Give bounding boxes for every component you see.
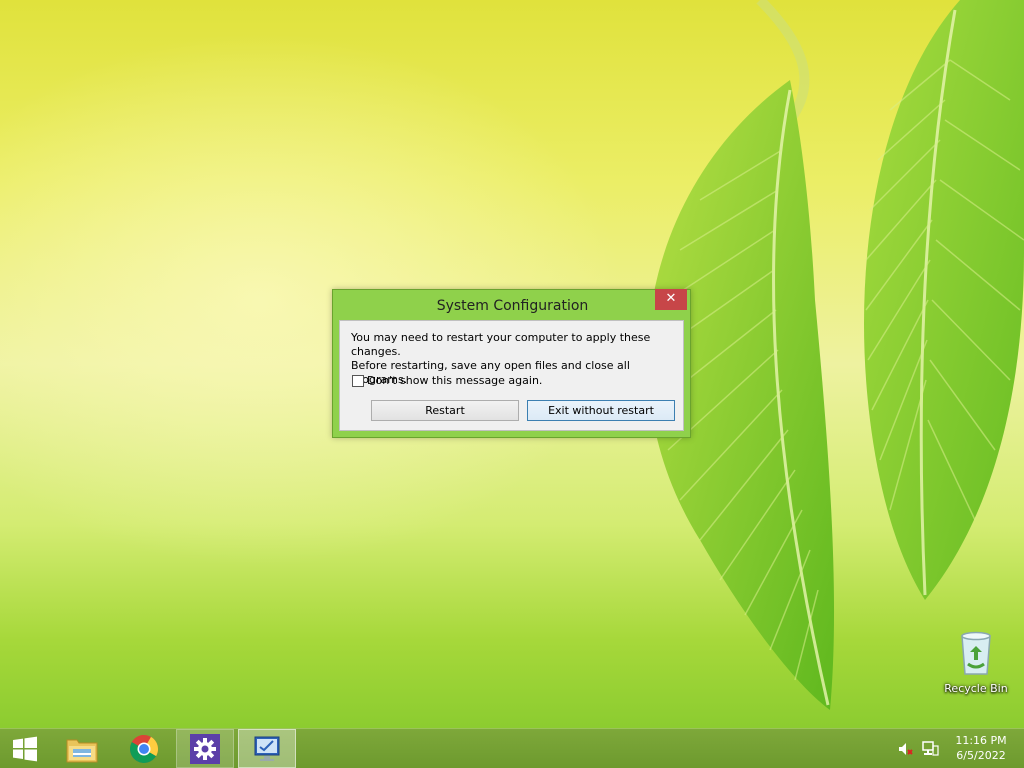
close-icon: ✕ [665, 291, 677, 306]
network-icon [922, 740, 939, 756]
windows-logo-icon [13, 736, 37, 761]
folder-icon [66, 739, 98, 762]
chrome-icon [130, 734, 158, 763]
recycle-bin-label: Recycle Bin [944, 682, 1008, 695]
desktop: System Configuration ✕ You may need to r… [0, 0, 1024, 728]
taskbar-clock[interactable]: 11:16 PM 6/5/2022 [950, 733, 1012, 763]
dialog-title: System Configuration [436, 298, 589, 314]
start-button[interactable] [0, 729, 50, 768]
close-button[interactable]: ✕ [655, 289, 687, 310]
gear-icon [190, 733, 220, 764]
tray-volume[interactable] [894, 729, 916, 768]
msconfig-icon [254, 736, 280, 761]
speaker-muted-icon [899, 742, 913, 755]
system-configuration-dialog: System Configuration ✕ You may need to r… [332, 289, 691, 438]
message-line-1: You may need to restart your computer to… [351, 331, 651, 358]
clock-time: 11:16 PM [955, 734, 1007, 747]
taskbar: 11:16 PM 6/5/2022 [0, 728, 1024, 768]
tray-network[interactable] [918, 729, 942, 768]
taskbar-system-configuration[interactable] [238, 729, 296, 768]
dont-show-again-row[interactable]: Don't show this message again. [352, 374, 542, 387]
clock-date: 6/5/2022 [956, 749, 1006, 762]
dont-show-again-checkbox[interactable] [352, 374, 364, 387]
taskbar-settings[interactable] [176, 729, 234, 768]
dont-show-again-label[interactable]: Don't show this message again. [367, 374, 542, 387]
recycle-bin[interactable]: Recycle Bin [940, 630, 1012, 695]
recycle-bin-icon [961, 631, 991, 675]
taskbar-file-explorer[interactable] [56, 729, 108, 768]
exit-without-restart-button[interactable]: Exit without restart [527, 400, 675, 421]
taskbar-chrome[interactable] [118, 729, 170, 768]
restart-button[interactable]: Restart [371, 400, 519, 421]
dialog-body: You may need to restart your computer to… [339, 320, 684, 431]
